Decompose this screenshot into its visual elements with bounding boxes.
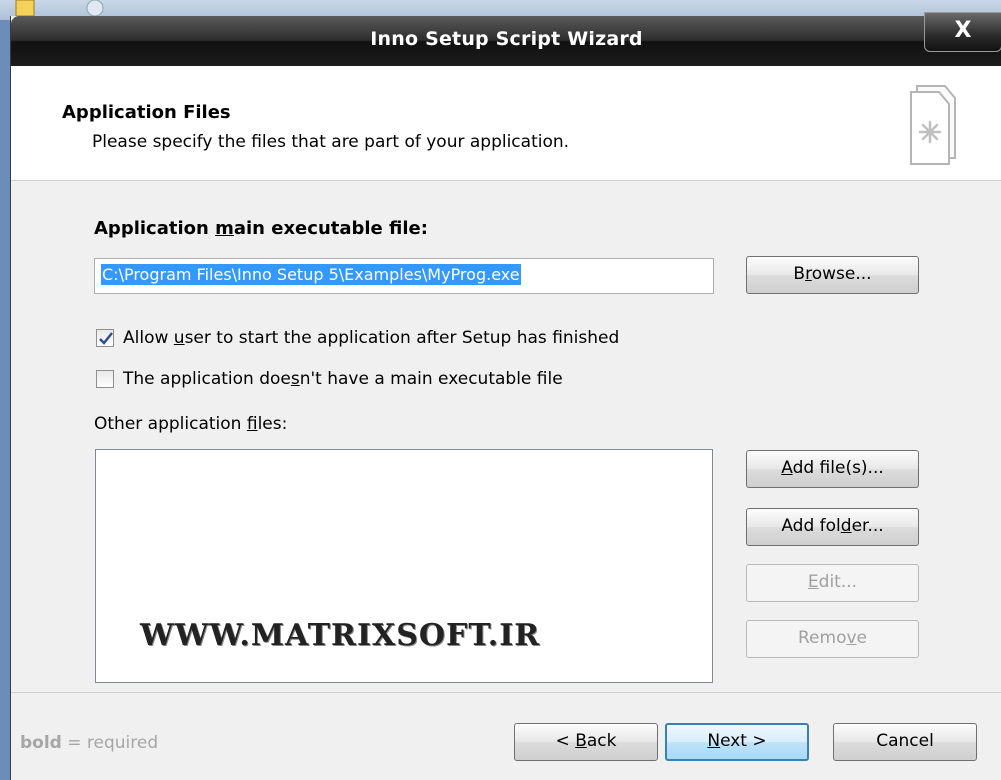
next-button[interactable]: Next > [665,723,809,761]
wizard-footer: bold = required < Back Next > Cancel [11,692,1001,780]
allow-start-checkbox[interactable] [96,329,114,347]
page-title: Application Files [62,102,231,123]
page-subtitle: Please specify the files that are part o… [92,132,570,152]
no-main-exe-checkbox-row[interactable]: The application doesn't have a main exec… [96,369,563,389]
allow-start-label: Allow user to start the application afte… [123,328,620,348]
checkmark-icon [99,332,113,345]
required-legend: bold = required [20,733,159,753]
main-exe-value: C:\Program Files\Inno Setup 5\Examples\M… [101,264,521,285]
add-files-button[interactable]: Add file(s)... [746,450,919,488]
edit-button[interactable]: Edit... [746,564,919,602]
other-files-label: Other application files: [94,414,288,434]
window-title: Inno Setup Script Wizard [370,28,643,50]
wizard-header: Application Files Please specify the fil… [11,66,1001,181]
back-button[interactable]: < Back [514,723,658,761]
add-folder-button[interactable]: Add folder... [746,508,919,546]
main-exe-label: Application main executable file: [94,218,428,239]
setup-document-icon [910,85,956,165]
close-button[interactable]: X [924,12,1001,52]
cancel-button[interactable]: Cancel [833,723,977,761]
allow-start-checkbox-row[interactable]: Allow user to start the application afte… [96,328,619,348]
remove-button[interactable]: Remove [746,620,919,658]
wizard-window: Inno Setup Script Wizard X Application F… [10,12,1001,780]
other-files-list[interactable]: WWW.MATRIXSOFT.IR [95,449,713,683]
close-icon: X [954,18,972,43]
watermark-text: WWW.MATRIXSOFT.IR [140,618,541,653]
main-exe-input[interactable]: C:\Program Files\Inno Setup 5\Examples\M… [94,258,714,294]
no-main-exe-label: The application doesn't have a main exec… [123,369,563,389]
wizard-body: Application main executable file: C:\Pro… [11,182,1001,692]
browse-button[interactable]: Browse... [746,256,919,294]
title-bar[interactable]: Inno Setup Script Wizard X [11,12,1001,66]
no-main-exe-checkbox[interactable] [96,370,114,388]
